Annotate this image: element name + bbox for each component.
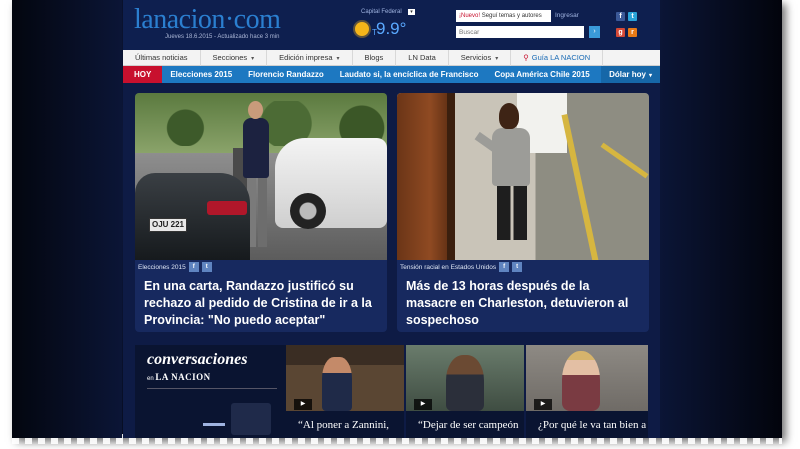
play-icon[interactable]: ▶ — [294, 399, 312, 410]
nav-edicion-impresa[interactable]: Edición impresa ▾ — [267, 49, 353, 66]
date-updated: Jueves 18.6.2015 - Actualizado hace 3 mi… — [165, 34, 280, 40]
play-icon[interactable]: ▶ — [534, 399, 552, 410]
photo-door — [397, 93, 452, 260]
divider — [147, 388, 277, 389]
video-card[interactable]: ▶ ¿Por qué le va tan bien a — [526, 345, 648, 438]
article-photo[interactable]: OJU 221 — [135, 93, 387, 260]
background-left — [12, 0, 122, 438]
weather-city[interactable]: Capital Federal — [361, 9, 402, 15]
photo-man-head — [499, 103, 519, 129]
topic-link[interactable]: Florencio Randazzo — [240, 70, 332, 79]
video-caption[interactable]: “Al poner a Zannini, — [286, 411, 404, 438]
table-illustration — [203, 423, 225, 426]
thumbnail-person — [562, 351, 600, 411]
photo-man-head — [248, 101, 263, 119]
article-tag[interactable]: Tensión racial en Estados Unidos — [400, 264, 496, 271]
article-headline[interactable]: En una carta, Randazzo justificó su rech… — [144, 278, 379, 329]
nav-ultimas-noticias[interactable]: Últimas noticias — [123, 49, 201, 66]
login-link[interactable]: Ingresar — [555, 10, 579, 22]
photo-man-legs — [497, 185, 527, 240]
photo-man-legs — [247, 177, 267, 247]
chevron-down-icon: ▾ — [648, 73, 652, 79]
twitter-share-icon[interactable]: t — [512, 262, 523, 272]
follow-topics-text: Seguí temas y autores — [481, 13, 542, 19]
rss-icon[interactable]: r — [628, 28, 637, 37]
nuevo-badge: ¡Nuevo! — [459, 13, 481, 19]
conversaciones-sub-prefix: en — [147, 376, 154, 382]
topic-link[interactable]: Copa América Chile 2015 — [486, 70, 597, 79]
hero-article-charleston[interactable]: Tensión racial en Estados Unidos f t Más… — [397, 93, 649, 332]
site-logo[interactable]: lanacion·com — [134, 4, 281, 36]
conversaciones-title: conversaciones — [147, 351, 248, 368]
twitter-icon[interactable]: t — [628, 12, 637, 21]
weather-dropdown-icon[interactable]: ▾ — [408, 9, 415, 15]
photo-man-body — [243, 118, 269, 178]
main-nav: Últimas noticias Secciones ▾ Edición impr… — [123, 49, 660, 66]
article-photo[interactable] — [397, 93, 649, 260]
video-caption[interactable]: ¿Por qué le va tan bien a — [526, 411, 648, 438]
nav-label: Blogs — [364, 52, 384, 62]
chevron-down-icon: ▾ — [495, 55, 499, 62]
person-illustration — [231, 403, 271, 435]
video-card[interactable]: ▶ “Dejar de ser campeón — [406, 345, 524, 438]
nav-label: LN Data — [408, 52, 436, 62]
topic-link[interactable]: Laudato si, la encíclica de Francisco — [332, 70, 487, 79]
site-header: lanacion·com Jueves 18.6.2015 - Actualiz… — [123, 0, 660, 50]
dollar-dropdown[interactable]: Dólar hoy ▾ — [601, 66, 660, 83]
article-headline[interactable]: Más de 13 horas después de la masacre en… — [406, 278, 641, 329]
photo-taillight — [207, 201, 247, 215]
twitter-share-icon[interactable]: t — [201, 262, 212, 272]
video-caption[interactable]: “Dejar de ser campeón — [406, 411, 524, 438]
photo-man-body — [492, 128, 530, 186]
topic-link[interactable]: Elecciones 2015 — [162, 70, 240, 79]
search-button[interactable]: › — [589, 26, 600, 38]
conversaciones-promo[interactable]: conversaciones en LA NACION — [135, 345, 286, 438]
nav-label: Secciones — [212, 52, 248, 62]
photo-door-frame — [447, 93, 455, 260]
nav-blogs[interactable]: Blogs — [353, 49, 397, 66]
article-meta: Elecciones 2015 f t — [138, 260, 212, 274]
photo-dark-car — [135, 173, 250, 260]
thumbnail-person — [322, 357, 352, 411]
photo-wheel — [290, 193, 326, 229]
hero-article-randazzo[interactable]: OJU 221 Elecciones 2015 f t En una carta… — [135, 93, 387, 332]
nav-label: Guía LA NACION — [531, 52, 591, 62]
temperature: 9.9° — [376, 19, 407, 38]
conversaciones-subtitle: en LA NACION — [147, 372, 211, 382]
thumbnail-person — [446, 355, 484, 411]
conversaciones-brand: LA NACION — [155, 372, 211, 382]
facebook-share-icon[interactable]: f — [499, 262, 510, 272]
search-input[interactable] — [456, 26, 584, 38]
nav-secciones[interactable]: Secciones ▾ — [201, 49, 268, 66]
pin-icon: ⚲ — [523, 52, 529, 62]
sun-icon — [355, 22, 369, 36]
play-icon[interactable]: ▶ — [414, 399, 432, 410]
nav-label: Últimas noticias — [135, 52, 188, 62]
today-label: HOY — [123, 66, 163, 83]
dollar-label: Dólar hoy — [609, 70, 646, 79]
nav-label: Edición impresa — [279, 52, 333, 62]
facebook-icon[interactable]: f — [616, 12, 625, 21]
background-right — [660, 0, 782, 438]
googleplus-icon[interactable]: g — [616, 28, 625, 37]
chevron-down-icon: ▾ — [336, 55, 340, 62]
article-tag[interactable]: Elecciones 2015 — [138, 264, 186, 271]
nav-ln-data[interactable]: LN Data — [396, 49, 449, 66]
chevron-down-icon: ▾ — [251, 55, 255, 62]
video-card[interactable]: ▶ “Al poner a Zannini, — [286, 345, 404, 438]
photo-license-plate: OJU 221 — [149, 218, 187, 232]
nav-guia-la-nacion[interactable]: ⚲ Guía LA NACION — [511, 49, 604, 66]
follow-topics-banner[interactable]: ¡Nuevo! Seguí temas y autores — [456, 10, 551, 22]
facebook-share-icon[interactable]: f — [188, 262, 199, 272]
nav-label: Servicios — [460, 52, 492, 62]
article-meta: Tensión racial en Estados Unidos f t — [400, 260, 523, 274]
nav-servicios[interactable]: Servicios ▾ — [449, 49, 512, 66]
topics-bar: HOY Elecciones 2015 Florencio Randazzo L… — [123, 66, 660, 83]
news-page: lanacion·com Jueves 18.6.2015 - Actualiz… — [123, 0, 660, 438]
